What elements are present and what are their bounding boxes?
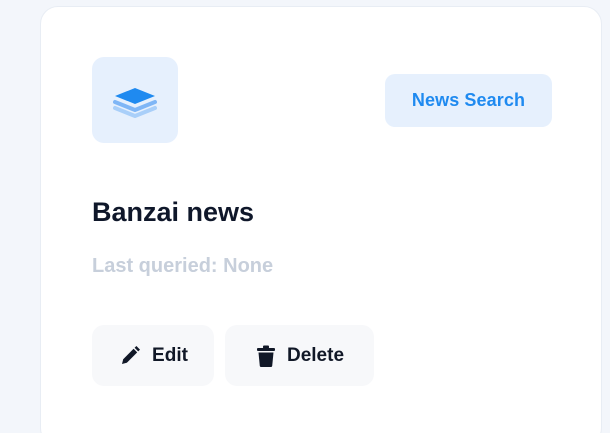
trash-icon bbox=[255, 344, 277, 368]
last-queried-text: Last queried: None bbox=[92, 255, 274, 277]
query-type-badge: News Search bbox=[385, 74, 552, 127]
pencil-icon bbox=[118, 344, 142, 368]
layers-icon bbox=[113, 88, 157, 118]
edit-button-label: Edit bbox=[152, 344, 188, 366]
query-card: News Search Banzai news Last queried: No… bbox=[40, 6, 602, 433]
canvas: News Search Banzai news Last queried: No… bbox=[0, 0, 610, 433]
delete-button[interactable]: Delete bbox=[225, 325, 374, 386]
delete-button-label: Delete bbox=[286, 344, 345, 366]
query-icon-tile bbox=[92, 57, 178, 143]
edit-button[interactable]: Edit bbox=[92, 325, 214, 386]
query-title: Banzai news bbox=[92, 197, 255, 227]
